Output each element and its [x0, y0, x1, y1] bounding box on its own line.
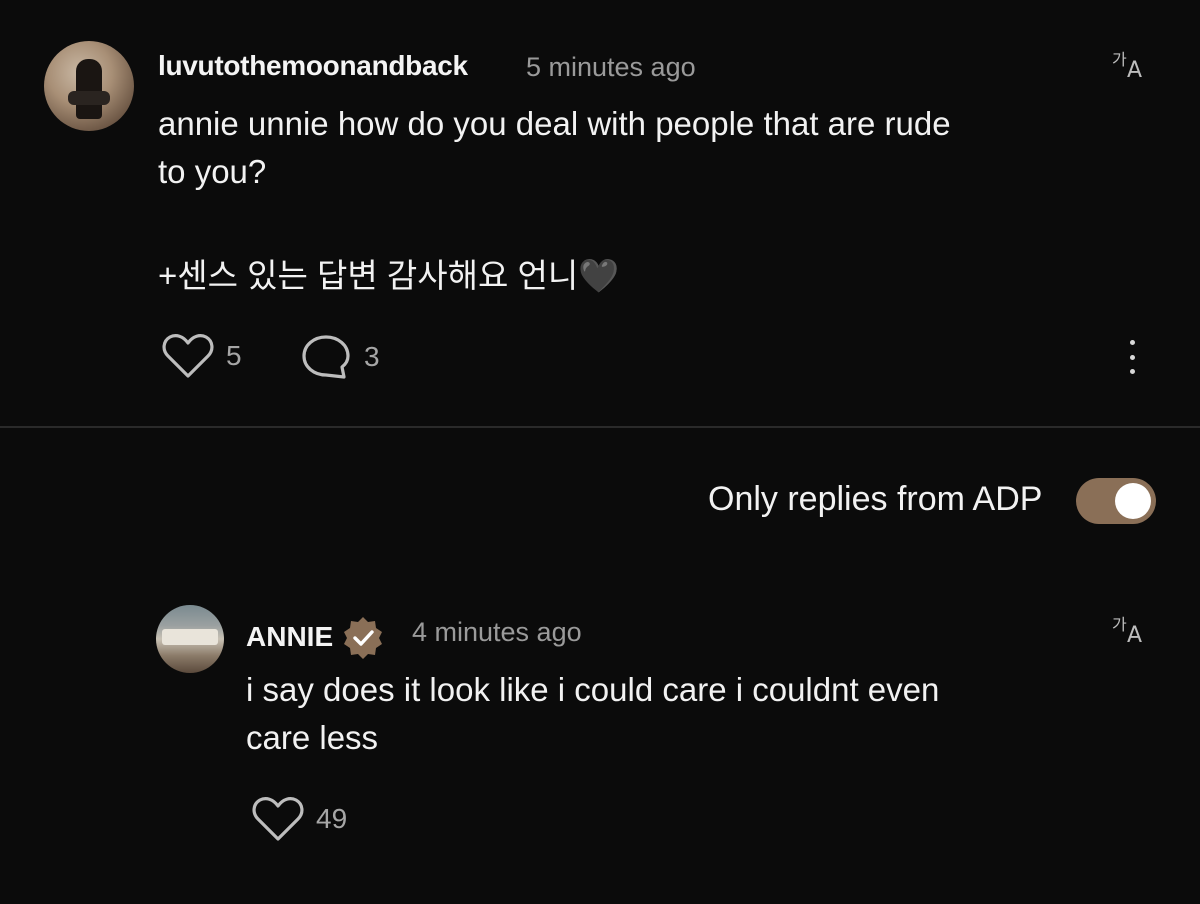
post-like-count: 5 — [226, 340, 242, 371]
reply-text: i say does it look like i could care i c… — [246, 671, 940, 756]
post-timestamp: 5 minutes ago — [526, 52, 696, 82]
translate-ko-glyph: 가 — [1112, 50, 1127, 69]
heart-icon — [252, 797, 304, 841]
comment-icon — [302, 335, 350, 379]
post-comment-count: 3 — [364, 341, 380, 372]
verified-badge-icon — [344, 617, 383, 659]
post-text: annie unnie how do you deal with people … — [158, 105, 951, 190]
user-avatar[interactable] — [44, 41, 134, 131]
more-options-icon[interactable] — [1120, 340, 1144, 374]
reply-username[interactable]: ANNIE — [246, 621, 333, 653]
reply-avatar[interactable] — [156, 605, 224, 673]
translate-ko-glyph: 가 — [1112, 615, 1127, 634]
reply-timestamp: 4 minutes ago — [412, 617, 582, 647]
reply-like-count: 49 — [316, 803, 348, 834]
fan-post: luvutothemoonandback 5 minutes ago 가 A a… — [0, 0, 1200, 428]
reply-like-button[interactable]: 49 — [252, 796, 347, 842]
heart-icon — [162, 334, 214, 378]
translate-en-glyph: A — [1127, 58, 1143, 83]
replies-filter-toggle[interactable] — [1076, 478, 1156, 524]
post-comment-button[interactable]: 3 — [300, 333, 380, 381]
translate-en-glyph: A — [1127, 623, 1143, 648]
post-username[interactable]: luvutothemoonandback — [158, 50, 468, 82]
divider — [0, 426, 1200, 428]
replies-filter-label: Only replies from ADP — [708, 480, 1043, 518]
reply-author[interactable]: ANNIE — [246, 615, 385, 659]
post-text-korean: +센스 있는 답변 감사해요 언니🖤 — [158, 257, 620, 294]
translate-icon[interactable]: 가 A — [1112, 611, 1152, 651]
translate-icon[interactable]: 가 A — [1112, 46, 1152, 86]
post-like-button[interactable]: 5 — [162, 333, 242, 379]
toggle-knob — [1115, 483, 1151, 519]
